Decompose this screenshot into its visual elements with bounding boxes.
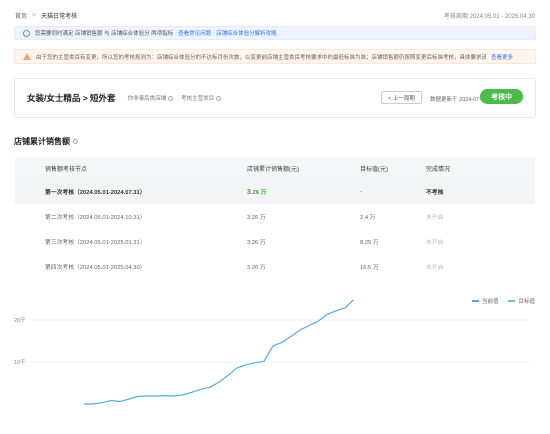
info-notice-text: 您需要同时满足 店铺销售额 与 店铺综合体验分 两项指标 xyxy=(35,31,174,37)
row-sales-rest: .26 万 xyxy=(250,190,267,196)
row-sales: 3.26 万 xyxy=(247,240,266,246)
row-sales: 3.26 万 xyxy=(247,215,266,221)
sales-line-chart: 30千20千10千 xyxy=(14,300,530,405)
faq-link[interactable]: 查看常见问题 xyxy=(178,29,211,37)
series-line-current xyxy=(84,300,355,405)
header-status: 完成情况 xyxy=(426,166,451,173)
row-status: 未开启 xyxy=(426,240,444,246)
shop-card: 女装/女士精品 > 短外套 你非事后类店铺 考核主营类目 < 上一周期 数据更新… xyxy=(14,78,536,118)
row-target: 16.5 万 xyxy=(360,265,379,271)
table-header: 销售额考核节点 店铺累计销售额(元) 目标值(元) 完成情况 xyxy=(15,157,535,179)
row-status: 未开启 xyxy=(426,215,444,221)
y-tick-label: 20千 xyxy=(14,316,26,324)
row-node: 第二次考核（2024.05.01-2024.10.31） xyxy=(45,215,146,221)
breadcrumb-current: 天猫日常考核 xyxy=(41,14,78,20)
row-sales: 3.26 万 xyxy=(247,187,360,196)
warning-icon xyxy=(23,53,31,60)
row-target: 8.25 万 xyxy=(360,240,379,246)
sales-table: 销售额考核节点 店铺累计销售额(元) 目标值(元) 完成情况 第一次考核（202… xyxy=(15,157,535,279)
info-notice: 您需要同时满足 店铺销售额 与 店铺综合体验分 两项指标 查看常见问题 店铺综合… xyxy=(14,26,536,40)
row-node: 第三次考核（2024.05.01-2025.01.31） xyxy=(45,240,146,246)
row-node: 第一次考核（2024.05.01-2024.07.31） xyxy=(45,190,146,196)
previous-period-button[interactable]: < 上一周期 xyxy=(381,91,422,104)
row-target: - xyxy=(360,188,362,195)
help-icon[interactable] xyxy=(216,95,222,101)
row-target: 2.4 万 xyxy=(360,215,376,221)
shop-tag-category-label: 考核主营类目 xyxy=(181,96,215,102)
period-label: 考核周期 xyxy=(443,14,468,20)
row-status: 未开启 xyxy=(426,265,444,271)
view-more-link[interactable]: 查看更多 xyxy=(491,53,513,61)
table-row: 第三次考核（2024.05.01-2025.01.31） 3.26 万 8.25… xyxy=(15,229,535,254)
assessment-status-button[interactable]: 考核中 xyxy=(480,89,523,104)
header-target: 目标值(元) xyxy=(360,166,388,173)
warning-notice-text: 由于您的主营类目有变更，所以您的考核规则为：店铺综合体验分的不达标月份次数，以变… xyxy=(36,54,486,61)
section-title: 店铺累计销售额 xyxy=(14,136,78,147)
shop-tag-type: 你非事后类店铺 xyxy=(128,94,174,102)
table-row: 第一次考核（2024.05.01-2024.07.31） 3.26 万 - 不考… xyxy=(15,179,535,204)
table-row: 第二次考核（2024.05.01-2024.10.31） 3.26 万 2.4 … xyxy=(15,204,535,229)
guide-link[interactable]: 店铺综合体验分解析攻略 xyxy=(216,29,277,37)
y-tick-label: 10千 xyxy=(14,358,26,366)
breadcrumb: 首页 > 天猫日常考核 xyxy=(15,11,77,20)
help-icon[interactable] xyxy=(73,139,78,144)
warning-notice: 由于您的主营类目有变更，所以您的考核规则为：店铺综合体验分的不达标月份次数，以变… xyxy=(14,49,536,64)
header-sales: 店铺累计销售额(元) xyxy=(247,166,299,173)
row-status: 不考核 xyxy=(426,190,444,196)
shop-category: 女装/女士精品 > 短外套 xyxy=(27,93,116,103)
row-node: 第四次考核（2024.05.01-2025.04.30） xyxy=(45,265,146,271)
header-node: 销售额考核节点 xyxy=(45,166,88,173)
help-icon[interactable] xyxy=(168,95,174,101)
breadcrumb-separator: > xyxy=(32,12,37,19)
info-icon xyxy=(23,29,30,37)
shop-tag-category: 考核主营类目 xyxy=(181,94,222,102)
period-value: 2024.05.01 - 2025.04.30 xyxy=(469,14,535,20)
row-sales: 3.26 万 xyxy=(247,265,266,271)
section-title-text: 店铺累计销售额 xyxy=(14,137,70,146)
assessment-period: 考核周期 2024.05.01 - 2025.04.30 xyxy=(444,11,535,20)
table-row: 第四次考核（2024.05.01-2025.04.30） 3.26 万 16.5… xyxy=(15,254,535,279)
data-update-time: 数据更新于 2024-07-02 xyxy=(430,97,488,103)
shop-tag-type-label: 你非事后类店铺 xyxy=(127,96,167,102)
breadcrumb-home[interactable]: 首页 xyxy=(15,11,27,20)
